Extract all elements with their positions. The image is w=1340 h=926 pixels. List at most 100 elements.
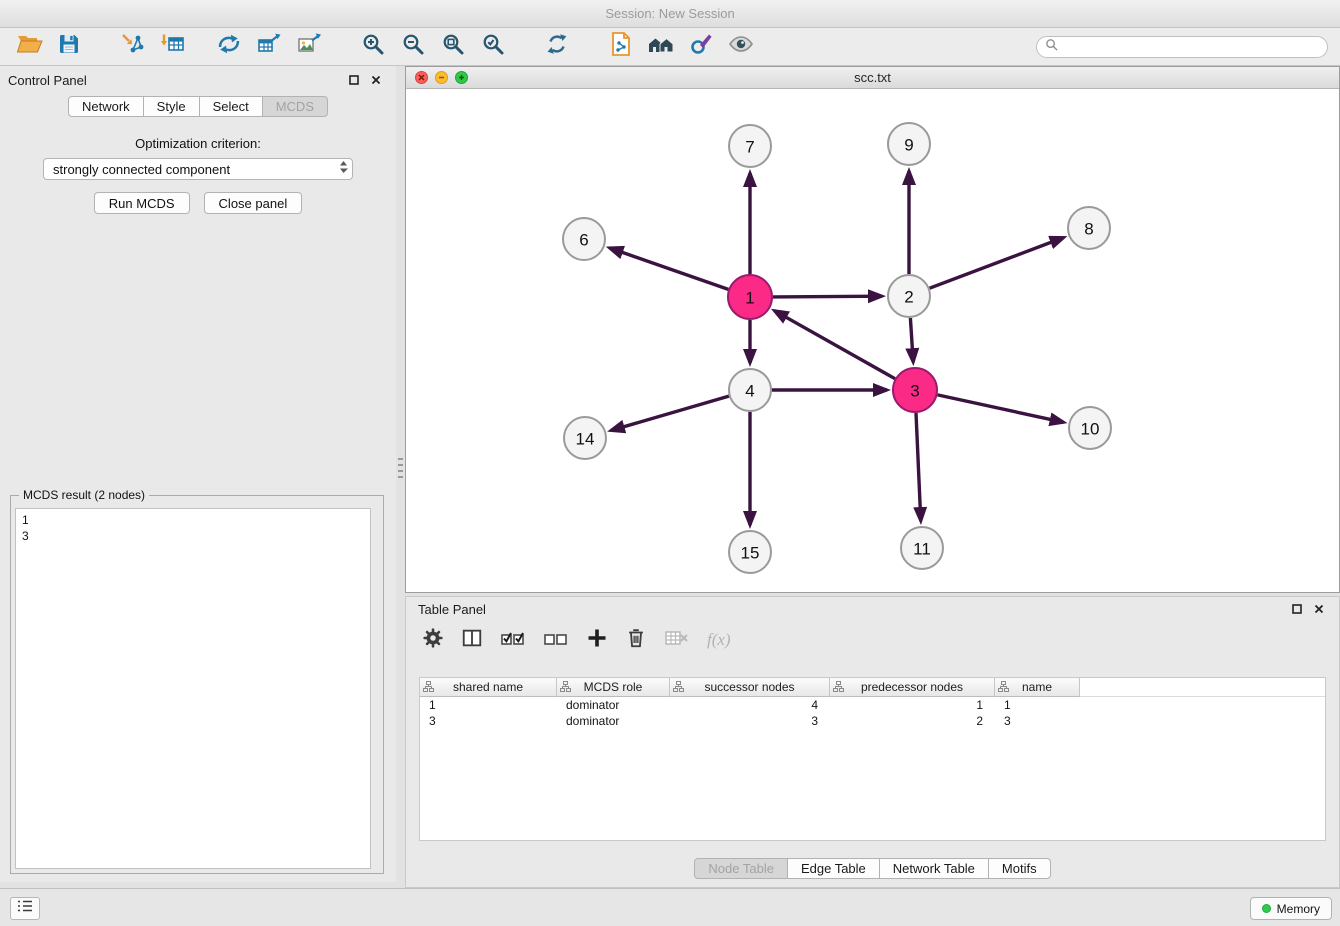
control-tab-network[interactable]: Network: [68, 96, 144, 117]
add-column-plus-icon[interactable]: [586, 627, 608, 654]
panel-splitter[interactable]: [396, 66, 405, 882]
dropdown-stepper-icon: [339, 160, 348, 179]
column-edit-icon: [423, 681, 434, 695]
network-edge-3-1[interactable]: [774, 311, 895, 379]
network-node-15[interactable]: 15: [729, 531, 771, 573]
zoom-fit-button[interactable]: [436, 31, 470, 62]
network-overview-button[interactable]: [644, 31, 678, 62]
network-node-8[interactable]: 8: [1068, 207, 1110, 249]
network-node-4[interactable]: 4: [729, 369, 771, 411]
table-panel-tabs: Node TableEdge TableNetwork TableMotifs: [406, 858, 1339, 879]
zoom-out-button[interactable]: [396, 31, 430, 62]
paste-network-button[interactable]: [604, 31, 638, 62]
float-panel-icon[interactable]: [346, 72, 362, 88]
network-node-2[interactable]: 2: [888, 275, 930, 317]
column-header-name[interactable]: name: [995, 678, 1080, 697]
network-node-3[interactable]: 3: [893, 368, 937, 412]
control-tab-mcds[interactable]: MCDS: [262, 96, 328, 117]
network-edge-4-14[interactable]: [611, 396, 729, 430]
status-bar: Memory: [0, 888, 1340, 926]
close-window-icon[interactable]: [415, 71, 428, 84]
network-node-11[interactable]: 11: [901, 527, 943, 569]
export-image-button[interactable]: [292, 31, 326, 62]
delete-trash-icon[interactable]: [625, 627, 647, 654]
column-header-successor-nodes[interactable]: successor nodes: [670, 678, 830, 697]
splitter-handle[interactable]: [398, 458, 403, 480]
export-network-button[interactable]: [212, 31, 246, 62]
criterion-select[interactable]: strongly connected component: [43, 158, 353, 180]
show-columns-icon[interactable]: [461, 627, 483, 654]
column-header-shared-name[interactable]: shared name: [420, 678, 557, 697]
network-window-titlebar[interactable]: scc.txt: [406, 67, 1339, 89]
window-title: Session: New Session: [605, 6, 734, 21]
network-node-7[interactable]: 7: [729, 125, 771, 167]
import-network-button[interactable]: [116, 31, 150, 62]
svg-text:14: 14: [576, 430, 595, 449]
mcds-result-list[interactable]: 13: [15, 508, 371, 869]
network-edge-1-2[interactable]: [773, 296, 882, 297]
svg-text:10: 10: [1081, 420, 1100, 439]
network-node-9[interactable]: 9: [888, 123, 930, 165]
zoom-in-button[interactable]: [356, 31, 390, 62]
mcds-result-item[interactable]: 3: [22, 528, 364, 544]
import-table-button[interactable]: [156, 31, 190, 62]
network-edge-2-3[interactable]: [910, 318, 913, 362]
eye-icon: [728, 32, 754, 61]
column-header-label: predecessor nodes: [861, 680, 963, 694]
float-table-panel-icon[interactable]: [1289, 601, 1305, 617]
refresh-button[interactable]: [540, 31, 574, 62]
column-header-predecessor-nodes[interactable]: predecessor nodes: [830, 678, 995, 697]
table-settings-gear-icon[interactable]: [422, 627, 444, 654]
houses-icon: [647, 32, 675, 61]
export-table-button[interactable]: [252, 31, 286, 62]
table-panel-header: Table Panel: [406, 597, 1339, 621]
table-tab-node-table[interactable]: Node Table: [694, 858, 788, 879]
table-cell: 1: [830, 697, 995, 713]
table-row[interactable]: 3dominator323: [420, 713, 1325, 729]
network-node-14[interactable]: 14: [564, 417, 606, 459]
network-edge-1-6[interactable]: [610, 248, 729, 290]
network-node-10[interactable]: 10: [1069, 407, 1111, 449]
network-edge-3-11[interactable]: [916, 413, 921, 521]
control-panel-title: Control Panel: [8, 73, 87, 88]
show-hide-button[interactable]: [724, 31, 758, 62]
close-panel-button[interactable]: Close panel: [204, 192, 303, 214]
table-cell: 2: [830, 713, 995, 729]
svg-text:15: 15: [741, 544, 760, 563]
mcds-result-item[interactable]: 1: [22, 512, 364, 528]
task-history-button[interactable]: [10, 897, 40, 920]
memory-button[interactable]: Memory: [1250, 897, 1332, 920]
svg-text:8: 8: [1084, 220, 1093, 239]
table-tab-motifs[interactable]: Motifs: [988, 858, 1051, 879]
control-tab-select[interactable]: Select: [199, 96, 263, 117]
network-node-6[interactable]: 6: [563, 218, 605, 260]
style-button[interactable]: [684, 31, 718, 62]
search-input[interactable]: [1063, 40, 1319, 54]
table-panel-title: Table Panel: [418, 602, 486, 617]
minimize-window-icon[interactable]: [435, 71, 448, 84]
export-network-icon: [216, 32, 242, 61]
table-tab-network-table[interactable]: Network Table: [879, 858, 989, 879]
network-edge-2-8[interactable]: [930, 238, 1064, 289]
maximize-window-icon[interactable]: [455, 71, 468, 84]
network-edge-3-10[interactable]: [938, 395, 1064, 422]
table-tab-edge-table[interactable]: Edge Table: [787, 858, 880, 879]
table-row[interactable]: 1dominator411: [420, 697, 1325, 713]
search-box: [1036, 36, 1328, 58]
close-table-panel-icon[interactable]: [1311, 601, 1327, 617]
close-panel-icon[interactable]: [368, 72, 384, 88]
mcds-result-box: MCDS result (2 nodes) 13: [10, 495, 384, 874]
column-header-mcds-role[interactable]: MCDS role: [557, 678, 670, 697]
open-session-button[interactable]: [12, 31, 46, 62]
open-folder-icon: [16, 32, 43, 61]
deselect-all-icon[interactable]: [543, 627, 569, 654]
zoom-selected-button[interactable]: [476, 31, 510, 62]
select-all-icon[interactable]: [500, 627, 526, 654]
save-session-button[interactable]: [52, 31, 86, 62]
control-tab-style[interactable]: Style: [143, 96, 200, 117]
network-canvas[interactable]: 7 9 6 8 1 2 4 3 14 10 15 11: [406, 89, 1339, 592]
run-mcds-button[interactable]: Run MCDS: [94, 192, 190, 214]
column-edit-icon: [998, 681, 1009, 695]
network-node-1[interactable]: 1: [728, 275, 772, 319]
function-builder-icon: f(x): [707, 630, 731, 650]
